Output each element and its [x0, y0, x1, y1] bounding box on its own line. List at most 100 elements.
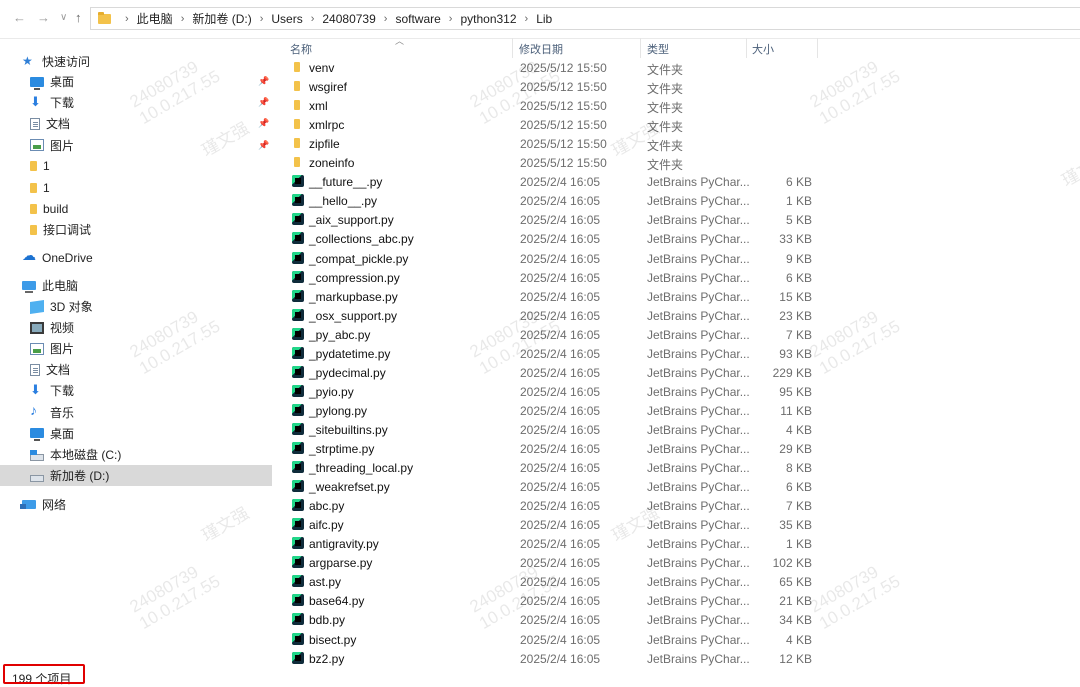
breadcrumb-separator-icon[interactable]: ›	[525, 13, 529, 25]
file-row[interactable]: _sitebuiltins.py 2025/2/4 16:05 JetBrains …	[282, 420, 1080, 439]
breadcrumb-separator-icon[interactable]: ›	[384, 13, 388, 25]
file-row[interactable]: bdb.py 2025/2/4 16:05 JetBrains PyChar... 3…	[282, 610, 1080, 629]
file-row[interactable]: zoneinfo 2025/5/12 15:50 文件夹	[282, 153, 1080, 172]
file-row[interactable]: _compression.py 2025/2/4 16:05 JetBrains P…	[282, 268, 1080, 287]
breadcrumb-item[interactable]: 24080739	[322, 12, 375, 26]
file-row[interactable]: base64.py 2025/2/4 16:05 JetBrains PyChar.…	[282, 591, 1080, 610]
quick-access-item[interactable]: 桌面 📌	[30, 71, 269, 92]
nav-quick-access[interactable]: 快速访问	[22, 51, 90, 72]
file-row[interactable]: _pydecimal.py 2025/2/4 16:05 JetBrains PyC…	[282, 363, 1080, 382]
file-row[interactable]: wsgiref 2025/5/12 15:50 文件夹	[282, 77, 1080, 96]
quick-access-item[interactable]: 图片 📌	[30, 135, 269, 156]
file-size: 5 KB	[785, 213, 812, 228]
breadcrumb-separator-icon[interactable]: ›	[125, 13, 129, 25]
this-pc-item[interactable]: 图片	[30, 338, 74, 359]
file-row[interactable]: antigravity.py 2025/2/4 16:05 JetBrains Py…	[282, 534, 1080, 553]
nav-onedrive[interactable]: OneDrive	[22, 247, 93, 268]
file-row[interactable]: _pydatetime.py 2025/2/4 16:05 JetBrains Py…	[282, 344, 1080, 363]
file-row[interactable]: _py_abc.py 2025/2/4 16:05 JetBrains PyChar…	[282, 325, 1080, 344]
column-divider[interactable]	[746, 38, 747, 58]
file-name: _threading_local.py	[309, 461, 414, 476]
quick-access-item[interactable]: 1	[30, 177, 50, 198]
quick-access-item[interactable]: 1	[30, 156, 50, 177]
breadcrumb-item[interactable]: 新加卷 (D:)	[192, 10, 251, 27]
breadcrumb-item[interactable]: software	[395, 12, 440, 26]
breadcrumb-item[interactable]: 此电脑	[137, 10, 173, 27]
column-divider[interactable]	[640, 38, 641, 58]
file-row[interactable]: argparse.py 2025/2/4 16:05 JetBrains PyCha…	[282, 553, 1080, 572]
file-type: 文件夹	[647, 139, 684, 154]
file-row[interactable]: _aix_support.py 2025/2/4 16:05 JetBrains P…	[282, 210, 1080, 229]
file-type: JetBrains PyChar...	[647, 594, 750, 609]
file-row[interactable]: _pylong.py 2025/2/4 16:05 JetBrains PyChar…	[282, 401, 1080, 420]
this-pc-item[interactable]: 桌面	[30, 423, 74, 444]
breadcrumb[interactable]: › 此电脑 › 新加卷 (D:) › Users › 24080739 › software › py…	[90, 7, 1080, 30]
breadcrumb-separator-icon[interactable]: ›	[311, 13, 315, 25]
file-row[interactable]: _pyio.py 2025/2/4 16:05 JetBrains PyChar..…	[282, 382, 1080, 401]
quick-access-item[interactable]: build	[30, 198, 68, 219]
breadcrumb-item[interactable]: Lib	[536, 12, 552, 26]
file-row[interactable]: zipfile 2025/5/12 15:50 文件夹	[282, 134, 1080, 153]
pycharm-file-icon	[292, 365, 304, 378]
file-row[interactable]: __hello__.py 2025/2/4 16:05 JetBrains PyCh…	[282, 191, 1080, 210]
pin-icon[interactable]: 📌	[258, 97, 269, 108]
nav-this-pc[interactable]: 此电脑	[22, 275, 78, 296]
file-row[interactable]: _strptime.py 2025/2/4 16:05 JetBrains PyCh…	[282, 439, 1080, 458]
column-type[interactable]: 类型	[647, 41, 669, 57]
breadcrumb-item[interactable]: python312	[460, 12, 516, 26]
this-pc-item[interactable]: 本地磁盘 (C:)	[30, 444, 121, 465]
this-pc-item[interactable]: 文档	[30, 359, 70, 380]
this-pc-item[interactable]: 音乐	[30, 402, 74, 423]
breadcrumb-separator-icon[interactable]: ›	[449, 13, 453, 25]
file-row[interactable]: ast.py 2025/2/4 16:05 JetBrains PyChar... 6…	[282, 572, 1080, 591]
file-size: 29 KB	[779, 442, 812, 456]
file-row[interactable]: _weakrefset.py 2025/2/4 16:05 JetBrains Py…	[282, 477, 1080, 496]
back-arrow-icon[interactable]: ←	[13, 10, 26, 25]
nav-network[interactable]: 网络	[20, 494, 66, 515]
breadcrumb-item[interactable]: Users	[271, 12, 302, 26]
file-date: 2025/2/4 16:05	[520, 461, 601, 476]
file-row[interactable]: bz2.py 2025/2/4 16:05 JetBrains PyChar... 1…	[282, 649, 1080, 668]
pin-icon[interactable]: 📌	[258, 118, 269, 129]
column-name[interactable]: 名称	[290, 41, 312, 57]
pin-icon[interactable]: 📌	[258, 76, 269, 87]
file-row[interactable]: _osx_support.py 2025/2/4 16:05 JetBrains P…	[282, 306, 1080, 325]
pycharm-file-icon	[292, 632, 304, 645]
column-size[interactable]: 大小	[752, 41, 774, 57]
file-row[interactable]: bisect.py 2025/2/4 16:05 JetBrains PyChar.…	[282, 630, 1080, 649]
this-pc-item[interactable]: 新加卷 (D:)	[0, 464, 272, 486]
file-row[interactable]: xmlrpc 2025/5/12 15:50 文件夹	[282, 115, 1080, 134]
folder-icon	[294, 81, 300, 92]
file-row[interactable]: venv 2025/5/12 15:50 文件夹	[282, 58, 1080, 77]
quick-access-item[interactable]: 接口调试	[30, 219, 91, 240]
file-row[interactable]: __future__.py 2025/2/4 16:05 JetBrains PyC…	[282, 172, 1080, 191]
file-row[interactable]: xml 2025/5/12 15:50 文件夹	[282, 96, 1080, 115]
quick-access-item[interactable]: 文档 📌	[30, 113, 269, 134]
breadcrumb-separator-icon[interactable]: ›	[181, 13, 185, 25]
file-type: JetBrains PyChar...	[647, 442, 750, 456]
this-pc-item[interactable]: 视频	[30, 317, 74, 338]
file-name: xmlrpc	[309, 118, 345, 133]
file-size: 11 KB	[780, 403, 812, 418]
file-row[interactable]: _threading_local.py 2025/2/4 16:05 JetBrai…	[282, 458, 1080, 477]
file-type: JetBrains PyChar...	[647, 613, 750, 628]
this-pc-item[interactable]: 3D 对象	[30, 296, 93, 317]
pin-icon[interactable]: 📌	[258, 140, 269, 151]
file-row[interactable]: aifc.py 2025/2/4 16:05 JetBrains PyChar...…	[282, 515, 1080, 534]
this-pc-item[interactable]: 下载	[30, 380, 74, 401]
file-row[interactable]: abc.py 2025/2/4 16:05 JetBrains PyChar... 7…	[282, 496, 1080, 515]
file-row[interactable]: _compat_pickle.py 2025/2/4 16:05 JetBrains…	[282, 249, 1080, 268]
quick-access-item[interactable]: 下载 📌	[30, 92, 269, 113]
file-type: JetBrains PyChar...	[647, 518, 750, 533]
column-date[interactable]: 修改日期	[519, 41, 563, 57]
recent-locations-chevron-icon[interactable]: ∨	[60, 12, 67, 23]
picture-icon	[30, 342, 44, 355]
column-divider[interactable]	[817, 38, 818, 58]
forward-arrow-icon[interactable]: →	[37, 10, 50, 25]
breadcrumb-separator-icon[interactable]: ›	[260, 13, 264, 25]
column-divider[interactable]	[512, 38, 513, 58]
nav-label: 1	[43, 180, 50, 195]
up-arrow-icon[interactable]: ↑	[75, 10, 82, 25]
file-row[interactable]: _collections_abc.py 2025/2/4 16:05 JetBrai…	[282, 229, 1080, 248]
file-row[interactable]: _markupbase.py 2025/2/4 16:05 JetBrains Py…	[282, 287, 1080, 306]
